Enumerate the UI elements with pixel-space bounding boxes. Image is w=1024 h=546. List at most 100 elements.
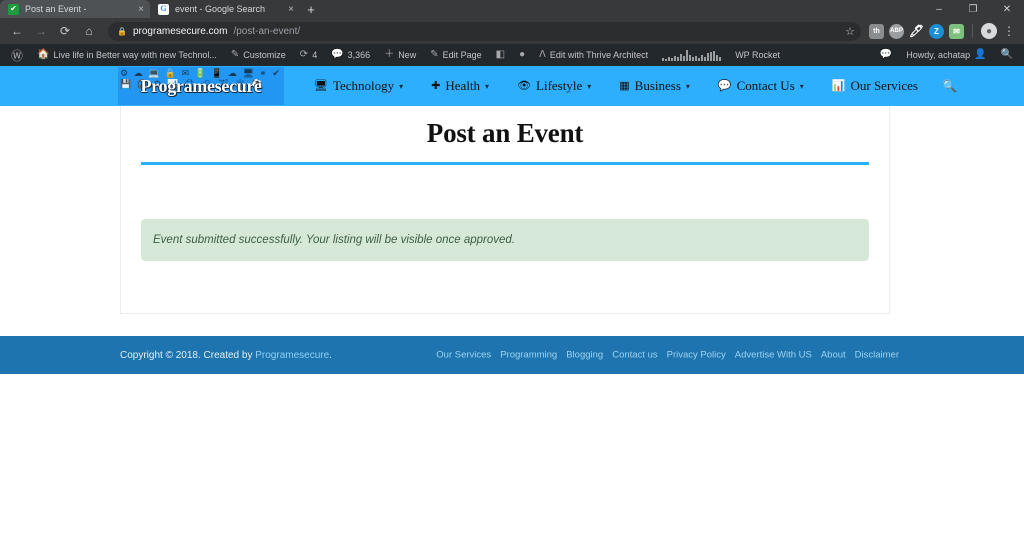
monitor-icon: 🖥 xyxy=(314,79,328,92)
footer-link-disclaimer[interactable]: Disclaimer xyxy=(855,350,899,361)
footer-link-about[interactable]: About xyxy=(821,350,846,361)
minimize-button[interactable]: – xyxy=(922,0,956,18)
admin-bar-item-comments[interactable]: 💬 3,366 xyxy=(324,44,377,66)
extensions-tray: th ABP 🖊 Z ✉ ● ⋮ xyxy=(869,23,1018,39)
home-icon[interactable]: ⌂ xyxy=(78,20,100,42)
tab-strip: ✔ Post an Event - × G event - Google Sea… xyxy=(0,0,1024,18)
nav-label: Lifestyle xyxy=(536,78,583,93)
thrive-icon: Λ xyxy=(539,49,546,60)
site-logo[interactable]: ⚙ ☁ 💻 🔒 ✉ 🔋 📱 ☁ 🖥 ⚭ ✔ 💾 🎧 ⚙ 📊 🖨 ☁ ✈ ⚙ ⚽ … xyxy=(118,67,284,105)
forward-icon[interactable]: → xyxy=(30,20,52,42)
url-domain: programesecure.com xyxy=(132,25,228,37)
footer-link-contact-us[interactable]: Contact us xyxy=(612,350,657,361)
close-window-button[interactable]: ✕ xyxy=(990,0,1024,18)
chrome-menu-icon[interactable]: ⋮ xyxy=(1002,24,1016,38)
admin-bar-label: Live life in Better way with new Technol… xyxy=(53,50,217,60)
comment-icon: 💬 xyxy=(717,79,732,92)
admin-bar-item-status[interactable]: ● xyxy=(512,44,532,66)
eye-icon: 👁 xyxy=(517,79,532,92)
admin-bar-label: Customize xyxy=(243,50,286,60)
lock-icon: 🔒 xyxy=(117,26,127,36)
tab-title: Post an Event - xyxy=(25,4,87,14)
comment-icon: 💬 xyxy=(331,49,344,60)
new-tab-button[interactable]: + xyxy=(300,0,322,18)
adblock-plus-extension-icon[interactable]: ABP xyxy=(889,23,904,39)
admin-bar-my-account[interactable]: Howdy, achatap 👤 xyxy=(899,44,993,66)
copyright-suffix: . xyxy=(329,349,332,361)
admin-bar-label: New xyxy=(398,50,417,60)
footer-link-programming[interactable]: Programming xyxy=(500,350,557,361)
back-icon[interactable]: ← xyxy=(6,20,28,42)
wordpress-admin-bar: Ⓦ 🏠 Live life in Better way with new Tec… xyxy=(0,44,1024,66)
mail-extension-icon[interactable]: ✉ xyxy=(949,23,964,39)
reload-icon[interactable]: ⟳ xyxy=(54,20,76,42)
admin-bar-item-analytics[interactable] xyxy=(655,44,728,66)
admin-bar-notifications[interactable]: 💬 xyxy=(873,44,899,66)
bar-chart-icon: 📊 xyxy=(831,79,846,92)
browser-tab-inactive[interactable]: G event - Google Search × xyxy=(150,0,300,18)
chevron-down-icon: ▾ xyxy=(685,81,690,91)
page-content: Post an Event Event submitted successful… xyxy=(0,106,1024,336)
footer-link-blogging[interactable]: Blogging xyxy=(566,350,603,361)
address-bar[interactable]: 🔒 programesecure.com /post-an-event/ ☆ xyxy=(108,21,861,41)
success-alert: Event submitted successfully. Your listi… xyxy=(141,219,869,261)
yoast-icon: ◧ xyxy=(495,49,506,60)
site-footer: Copyright © 2018. Created by Programesec… xyxy=(0,336,1024,374)
nav-item-our-services[interactable]: 📊 Our Services xyxy=(818,78,932,94)
copyright-prefix: Copyright © 2018. Created by xyxy=(120,349,256,361)
close-icon[interactable]: × xyxy=(138,4,144,15)
url-path: /post-an-event/ xyxy=(233,25,301,37)
tab-title: event - Google Search xyxy=(175,4,266,14)
admin-bar-item-yoast-seo[interactable]: ◧ xyxy=(489,44,512,66)
avatar[interactable]: ● xyxy=(981,23,997,39)
admin-bar-item-wp-rocket[interactable]: WP Rocket xyxy=(728,44,787,66)
admin-bar-item-updates[interactable]: ⟳ 4 xyxy=(293,44,324,66)
eyedropper-extension-icon[interactable]: 🖊 xyxy=(909,24,924,39)
maximize-button[interactable]: ❐ xyxy=(956,0,990,18)
browser-tab-active[interactable]: ✔ Post an Event - × xyxy=(0,0,150,18)
admin-bar-item-thrive-architect[interactable]: Λ Edit with Thrive Architect xyxy=(532,44,655,66)
pencil-icon: ✎ xyxy=(430,49,439,60)
logo-text: Programesecure xyxy=(140,75,262,96)
main-navigation: 🖥 Technology ▾ ✚ Health ▾ 👁 Lifestyle ▾ … xyxy=(300,78,967,94)
chevron-down-icon: ▾ xyxy=(587,81,592,91)
admin-bar-item-new[interactable]: ＋ New xyxy=(377,44,423,66)
user-avatar-icon: 👤 xyxy=(974,49,987,60)
refresh-icon: ⟳ xyxy=(299,49,309,60)
copyright-link[interactable]: Programesecure xyxy=(255,350,329,361)
nav-item-lifestyle[interactable]: 👁 Lifestyle ▾ xyxy=(503,78,605,94)
window-controls: – ❐ ✕ xyxy=(922,0,1024,18)
zotero-extension-icon[interactable]: Z xyxy=(929,23,944,39)
nav-item-health[interactable]: ✚ Health ▾ xyxy=(417,78,503,94)
browser-window: ✔ Post an Event - × G event - Google Sea… xyxy=(0,0,1024,546)
admin-bar-item-edit-page[interactable]: ✎ Edit Page xyxy=(423,44,488,66)
notification-icon: 💬 xyxy=(879,49,893,60)
footer-link-advertise-with-us[interactable]: Advertise With US xyxy=(735,350,812,361)
footer-link-privacy-policy[interactable]: Privacy Policy xyxy=(667,350,726,361)
bookmark-star-icon[interactable]: ☆ xyxy=(845,25,855,38)
th-extension-icon[interactable]: th xyxy=(869,23,884,39)
nav-item-business[interactable]: ▦ Business ▾ xyxy=(605,78,704,94)
nav-item-contact-us[interactable]: 💬 Contact Us ▾ xyxy=(704,78,818,94)
nav-item-technology[interactable]: 🖥 Technology ▾ xyxy=(300,78,417,94)
toolbar-divider xyxy=(972,24,973,38)
footer-link-our-services[interactable]: Our Services xyxy=(436,350,491,361)
admin-bar-item-customize[interactable]: ✎ Customize xyxy=(224,44,293,66)
close-icon[interactable]: × xyxy=(288,4,294,15)
chevron-down-icon: ▾ xyxy=(799,81,804,91)
admin-bar-label: Edit Page xyxy=(442,50,482,60)
admin-bar-item-site-name[interactable]: 🏠 Live life in Better way with new Techn… xyxy=(30,44,224,66)
admin-bar-search[interactable]: 🔍 xyxy=(994,44,1020,66)
admin-bar-label: WP Rocket xyxy=(735,50,781,60)
admin-bar-label: 3,366 xyxy=(347,50,371,60)
site-header: ⚙ ☁ 💻 🔒 ✉ 🔋 📱 ☁ 🖥 ⚭ ✔ 💾 🎧 ⚙ 📊 🖨 ☁ ✈ ⚙ ⚽ … xyxy=(0,66,1024,106)
sparkline-chart-icon xyxy=(662,49,722,61)
site-search-icon[interactable]: 🔍 xyxy=(932,79,967,93)
plus-icon: ＋ xyxy=(384,49,395,60)
nav-label: Technology xyxy=(332,78,395,93)
page-title: Post an Event xyxy=(426,118,584,148)
nav-label: Contact Us xyxy=(736,78,795,93)
admin-bar-wp-logo[interactable]: Ⓦ xyxy=(4,44,30,66)
home-icon: 🏠 xyxy=(37,49,50,60)
nav-label: Business xyxy=(634,78,681,93)
